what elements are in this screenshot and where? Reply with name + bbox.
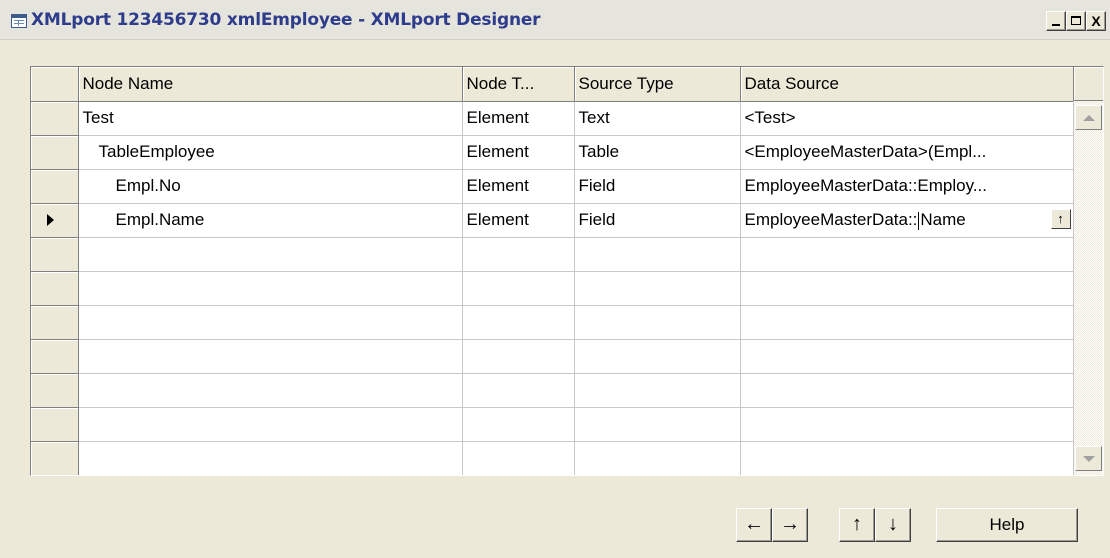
table-row[interactable]: Test Element Text <Test> (31, 101, 1076, 136)
table-row[interactable]: Empl.No Element Field EmployeeMasterData… (31, 169, 1076, 204)
data-source-text-before-caret: EmployeeMasterData:: (744, 210, 918, 229)
help-button[interactable]: Help (936, 508, 1078, 542)
row-selector[interactable] (31, 339, 79, 374)
triangle-down-icon (1082, 455, 1095, 462)
lookup-button[interactable]: ↑ (1050, 208, 1071, 229)
row-selector[interactable] (31, 407, 79, 442)
table-row-selected[interactable]: Empl.Name Element Field EmployeeMasterDa… (31, 203, 1076, 238)
row-selector-current[interactable] (31, 203, 79, 238)
table-row-empty[interactable] (31, 305, 1076, 340)
source-type-cell[interactable]: Field (574, 203, 741, 238)
column-header-source-type[interactable]: Source Type (574, 67, 741, 102)
data-source-cell[interactable]: EmployeeMasterData::Employ... (740, 169, 1076, 204)
column-header-node-name[interactable]: Node Name (78, 67, 463, 102)
row-selector[interactable] (31, 441, 79, 475)
column-header-node-type[interactable]: Node T... (462, 67, 575, 102)
move-right-button[interactable]: → (772, 508, 808, 542)
scroll-up-button[interactable] (1075, 105, 1102, 130)
source-type-cell[interactable]: Text (574, 101, 741, 136)
node-name-cell[interactable]: Empl.No (78, 169, 463, 204)
row-selector[interactable] (31, 169, 79, 204)
node-type-cell[interactable]: Element (462, 169, 575, 204)
data-source-cell[interactable]: <Test> (740, 101, 1076, 136)
move-left-button[interactable]: ← (736, 508, 772, 542)
close-button[interactable]: X (1086, 11, 1106, 31)
scroll-down-button[interactable] (1075, 446, 1102, 471)
node-name-cell[interactable]: Test (78, 101, 463, 136)
title-bar[interactable]: XMLport 123456730 xmlEmployee - XMLport … (0, 0, 1110, 40)
column-header-data-source[interactable]: Data Source (740, 67, 1076, 102)
table-icon (11, 14, 27, 28)
row-selector[interactable] (31, 101, 79, 136)
triangle-up-icon (1082, 114, 1095, 121)
node-type-cell[interactable]: Element (462, 101, 575, 136)
row-selector[interactable] (31, 271, 79, 306)
minimize-button[interactable] (1046, 11, 1066, 31)
row-selector[interactable] (31, 373, 79, 408)
move-down-button[interactable]: ↓ (875, 508, 911, 542)
table-row-empty[interactable] (31, 339, 1076, 374)
node-type-cell[interactable]: Element (462, 203, 575, 238)
header-row: Node Name Node T... Source Type Data Sou… (31, 67, 1076, 102)
data-source-cell[interactable]: <EmployeeMasterData>(Empl... (740, 135, 1076, 170)
node-name-cell[interactable]: Empl.Name (78, 203, 463, 238)
table-row-empty[interactable] (31, 373, 1076, 408)
data-source-text-after-caret: Name (920, 210, 966, 229)
source-type-cell[interactable]: Field (574, 169, 741, 204)
node-grid[interactable]: Node Name Node T... Source Type Data Sou… (30, 66, 1104, 476)
header-corner (1073, 67, 1103, 101)
row-selector[interactable] (31, 305, 79, 340)
move-up-button[interactable]: ↑ (839, 508, 875, 542)
vertical-scrollbar[interactable] (1073, 101, 1103, 475)
window-title: XMLport 123456730 xmlEmployee - XMLport … (31, 10, 541, 30)
row-selector-header[interactable] (31, 67, 79, 102)
row-selector[interactable] (31, 237, 79, 272)
table-row[interactable]: TableEmployee Element Table <EmployeeMas… (31, 135, 1076, 170)
current-row-arrow-icon (47, 214, 54, 226)
window-controls: X (1046, 11, 1106, 31)
node-table: Node Name Node T... Source Type Data Sou… (31, 67, 1076, 475)
node-name-cell[interactable]: TableEmployee (78, 135, 463, 170)
table-row-empty[interactable] (31, 407, 1076, 442)
data-source-cell-editing[interactable]: EmployeeMasterData:: Name ↑ (740, 203, 1076, 238)
row-selector[interactable] (31, 135, 79, 170)
table-row-empty[interactable] (31, 237, 1076, 272)
source-type-cell[interactable]: Table (574, 135, 741, 170)
maximize-button[interactable] (1066, 11, 1086, 31)
table-row-empty[interactable] (31, 441, 1076, 475)
node-type-cell[interactable]: Element (462, 135, 575, 170)
table-row-empty[interactable] (31, 271, 1076, 306)
